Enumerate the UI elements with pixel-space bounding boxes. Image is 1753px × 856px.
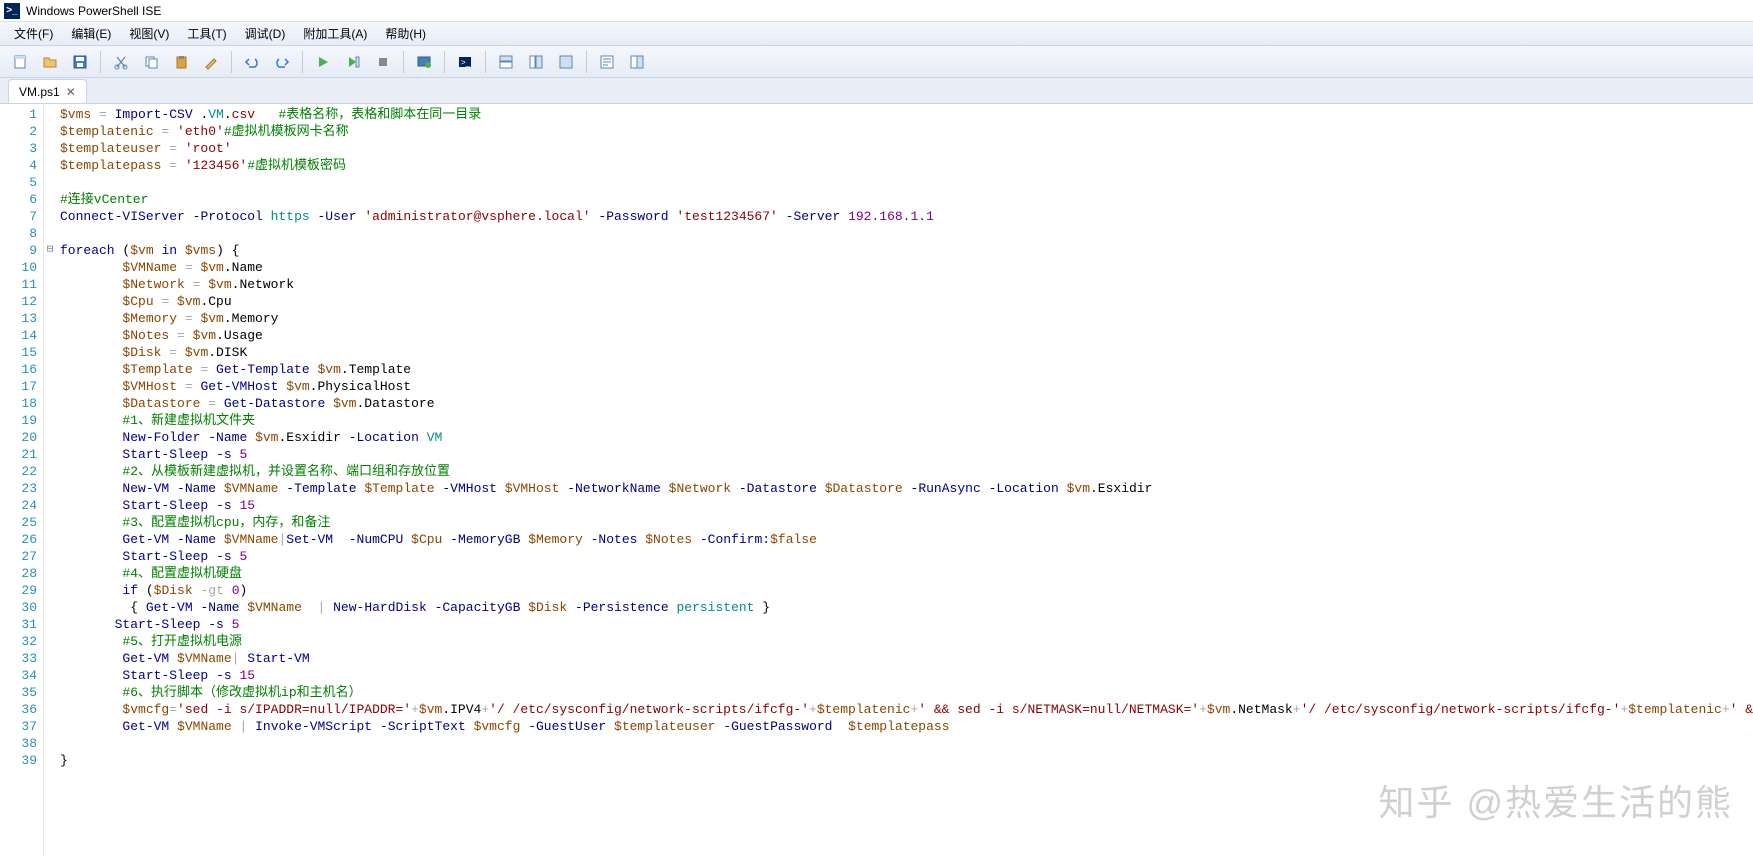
menubar: 文件(F) 编辑(E) 视图(V) 工具(T) 调试(D) 附加工具(A) 帮助… <box>0 22 1753 46</box>
toolbar-separator <box>403 51 404 73</box>
script-tab[interactable]: VM.ps1 ✕ <box>8 79 87 103</box>
menu-help[interactable]: 帮助(H) <box>377 23 434 44</box>
undo-button[interactable] <box>238 49 266 75</box>
toolbar-separator <box>586 51 587 73</box>
editor: 1234567891011121314151617181920212223242… <box>0 104 1753 856</box>
open-file-button[interactable] <box>36 49 64 75</box>
cut-button[interactable] <box>107 49 135 75</box>
line-number-gutter: 1234567891011121314151617181920212223242… <box>0 104 44 856</box>
show-script-top-button[interactable] <box>492 49 520 75</box>
app-icon: >_ <box>4 3 20 19</box>
code-area[interactable]: $vms = Import-CSV .VM.csv #表格名称，表格和脚本在同一… <box>56 104 1753 856</box>
run-selection-button[interactable] <box>339 49 367 75</box>
svg-text:>_: >_ <box>461 58 471 67</box>
fold-column: ⊟ <box>44 104 56 856</box>
close-tab-icon[interactable]: ✕ <box>66 85 76 99</box>
show-command-addon-button[interactable] <box>623 49 651 75</box>
stop-button[interactable] <box>369 49 397 75</box>
toolbar-separator <box>302 51 303 73</box>
menu-view[interactable]: 视图(V) <box>121 23 177 44</box>
show-script-right-button[interactable] <box>522 49 550 75</box>
redo-button[interactable] <box>268 49 296 75</box>
toolbar-separator <box>100 51 101 73</box>
menu-addons[interactable]: 附加工具(A) <box>295 23 375 44</box>
window-title: Windows PowerShell ISE <box>26 4 161 18</box>
toolbar: >_ <box>0 46 1753 78</box>
clear-button[interactable] <box>197 49 225 75</box>
new-file-button[interactable] <box>6 49 34 75</box>
new-remote-button[interactable] <box>410 49 438 75</box>
save-button[interactable] <box>66 49 94 75</box>
tab-label: VM.ps1 <box>19 85 60 99</box>
menu-edit[interactable]: 编辑(E) <box>63 23 119 44</box>
toolbar-separator <box>485 51 486 73</box>
toolbar-separator <box>444 51 445 73</box>
menu-tools[interactable]: 工具(T) <box>179 23 234 44</box>
powershell-tab-button[interactable]: >_ <box>451 49 479 75</box>
menu-file[interactable]: 文件(F) <box>6 23 61 44</box>
titlebar: >_ Windows PowerShell ISE <box>0 0 1753 22</box>
copy-button[interactable] <box>137 49 165 75</box>
menu-debug[interactable]: 调试(D) <box>237 23 294 44</box>
run-button[interactable] <box>309 49 337 75</box>
toolbar-separator <box>231 51 232 73</box>
show-command-button[interactable] <box>593 49 621 75</box>
tabbar: VM.ps1 ✕ <box>0 78 1753 104</box>
show-script-max-button[interactable] <box>552 49 580 75</box>
paste-button[interactable] <box>167 49 195 75</box>
